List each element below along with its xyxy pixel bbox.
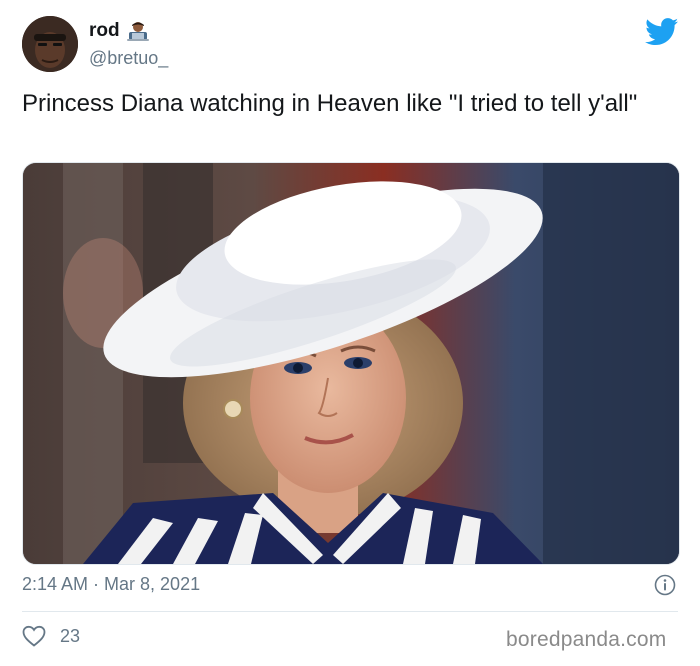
info-icon[interactable] — [654, 574, 676, 596]
divider — [22, 611, 678, 612]
display-name[interactable]: rod — [89, 20, 150, 42]
twitter-bird-icon[interactable] — [645, 18, 679, 46]
display-name-text: rod — [89, 20, 120, 41]
like-count: 23 — [60, 625, 81, 646]
princess-diana-photo — [23, 163, 679, 564]
tweet-text: Princess Diana watching in Heaven like "… — [22, 90, 638, 117]
tweet-photo[interactable] — [22, 162, 680, 565]
like-button[interactable]: 23 — [22, 625, 80, 647]
heart-icon — [22, 625, 46, 647]
avatar-image — [22, 16, 78, 72]
technologist-emoji-icon — [126, 20, 150, 42]
tweet-timestamp[interactable]: 2:14 AM · Mar 8, 2021 — [22, 574, 200, 595]
watermark: boredpanda.com — [506, 628, 667, 651]
user-handle[interactable]: @bretuo_ — [89, 48, 168, 69]
avatar[interactable] — [22, 16, 78, 72]
